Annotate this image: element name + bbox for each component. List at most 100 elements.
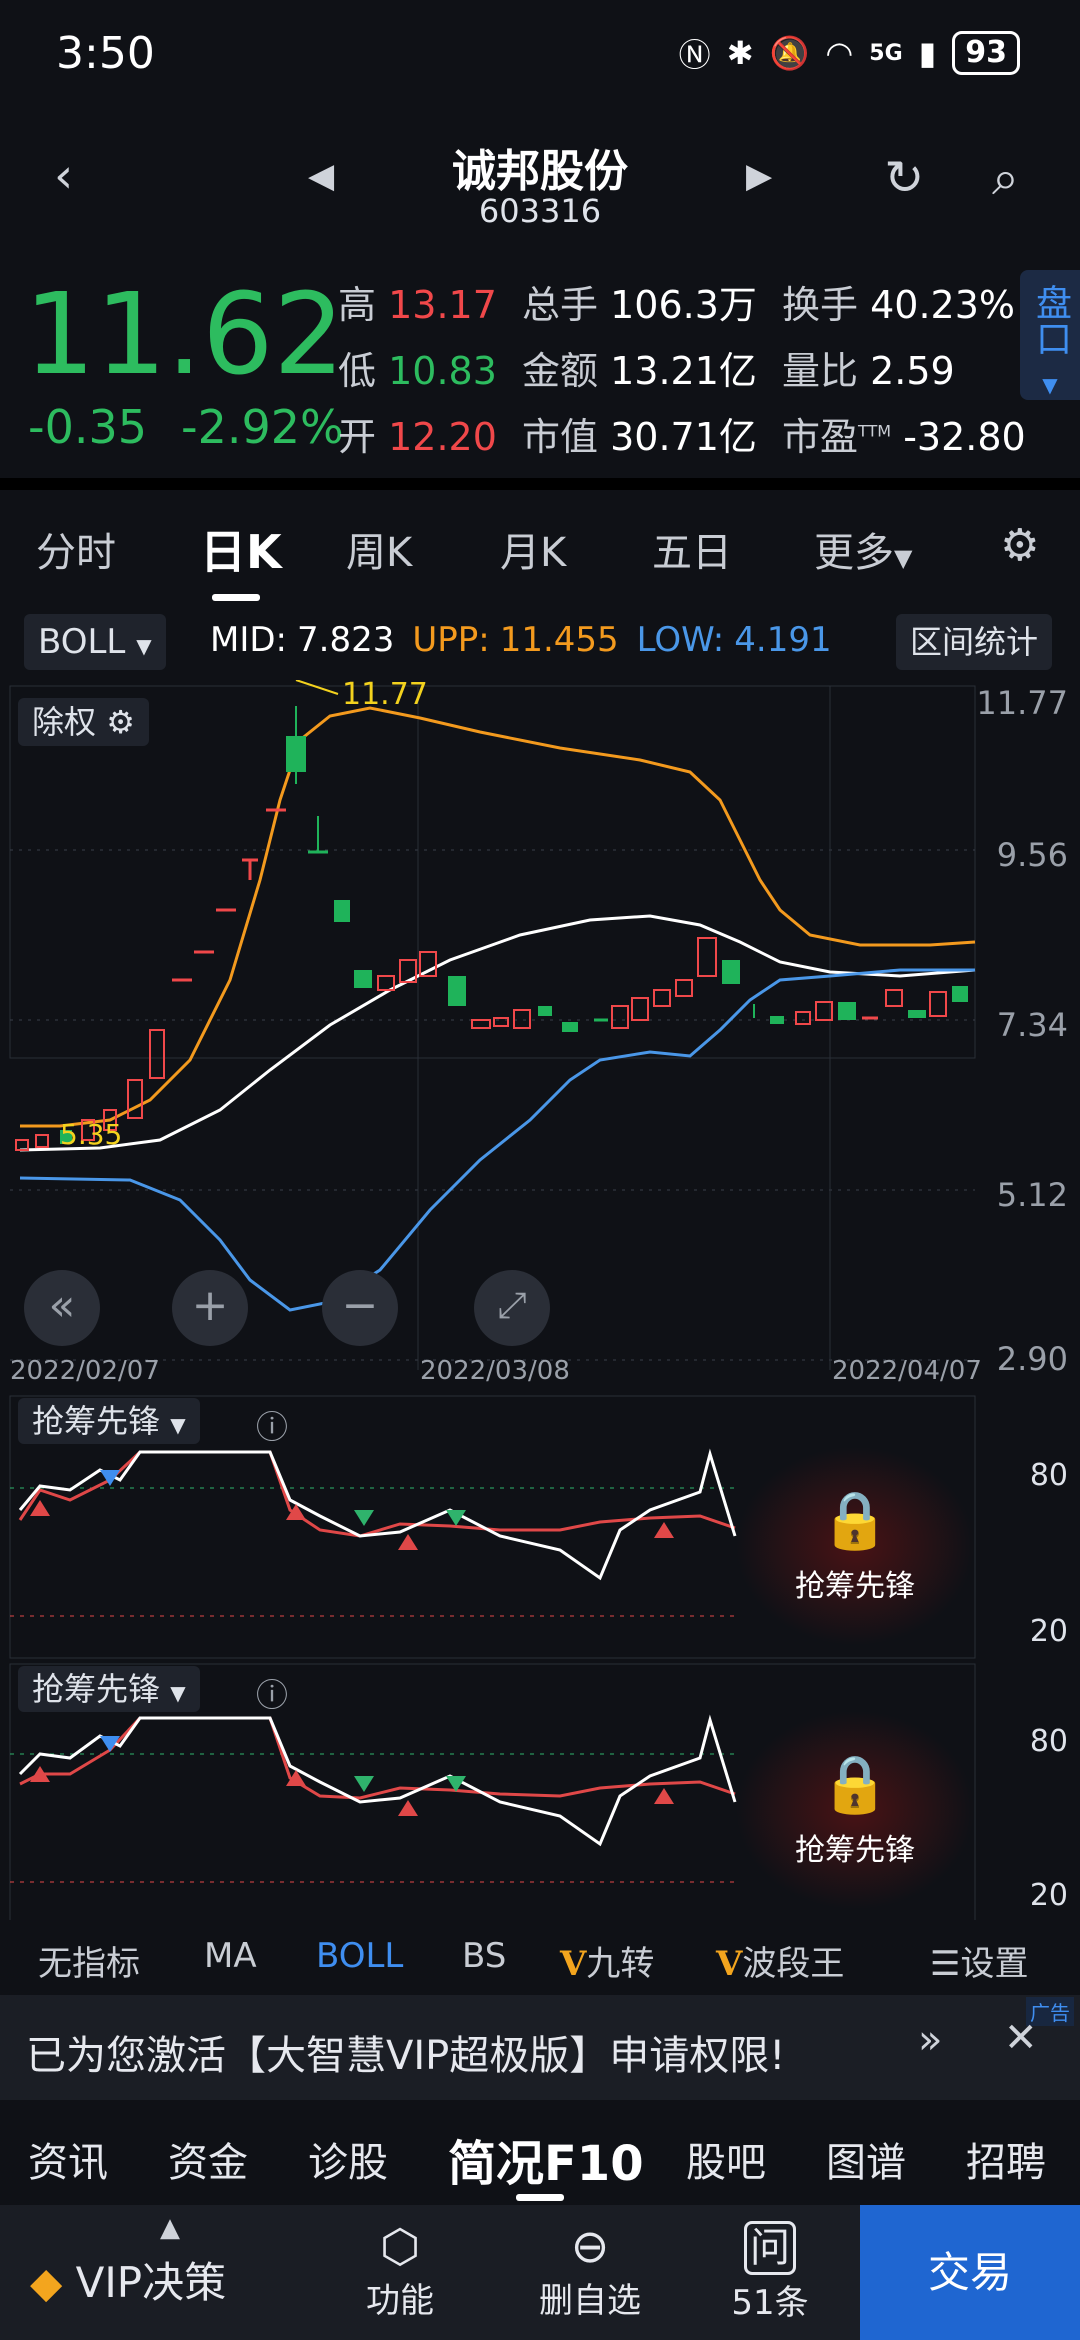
refresh-icon[interactable]: ↻ <box>884 150 924 206</box>
tab-more[interactable]: 更多▼ <box>814 520 912 578</box>
candle <box>908 1010 926 1018</box>
tab-indicator <box>212 594 260 601</box>
x-tick: 2022/02/07 <box>10 1356 160 1386</box>
sub1-select[interactable]: 抢筹先锋 ▼ <box>18 1398 200 1444</box>
zoom-in-button[interactable]: + <box>172 1270 248 1346</box>
vip-label: VIP决策 <box>75 2258 227 2307</box>
pe-value: -32.80 <box>903 415 1026 459</box>
ratio-label: 量比 <box>782 349 859 393</box>
pe-row: 市盈TTM -32.80 <box>782 406 1026 461</box>
nfc-icon: Ⓝ <box>678 36 711 74</box>
low-value: 4.191 <box>734 620 832 660</box>
next-stock-icon[interactable]: ▶ <box>746 156 772 196</box>
tab-week-k[interactable]: 周K <box>346 520 412 578</box>
indicator-boduanwang[interactable]: V波段王 <box>716 1936 844 1985</box>
candle <box>838 1002 856 1020</box>
tab-fenshi[interactable]: 分时 <box>36 520 116 578</box>
tab-month-k[interactable]: 月K <box>500 520 566 578</box>
indicator-bs[interactable]: BS <box>462 1936 506 1976</box>
pe-label: 市盈 <box>782 415 859 459</box>
remove-watchlist-button[interactable]: ⊖ 删自选 <box>520 2205 660 2340</box>
quote-panel: 11.62 -0.35 -2.92% 高 13.17 低 10.83 开 12.… <box>0 250 1080 480</box>
scroll-left-button[interactable]: « <box>24 1270 100 1346</box>
candles <box>15 706 968 1151</box>
candle <box>795 1011 811 1025</box>
indicator-ma[interactable]: MA <box>204 1936 257 1976</box>
y-tick: 11.77 <box>976 684 1068 722</box>
boll-values: MID: 7.823 UPP: 11.455 LOW: 4.191 <box>210 620 832 660</box>
buy-marker <box>398 1800 418 1816</box>
sub2-select[interactable]: 抢筹先锋 ▼ <box>18 1666 200 1712</box>
locked-overlay[interactable]: 🔒 抢筹先锋 <box>735 1446 975 1646</box>
nav-funds[interactable]: 资金 <box>168 2130 248 2188</box>
fullscreen-button[interactable]: ⤢ <box>474 1270 550 1346</box>
interval-stats-button[interactable]: 区间统计 <box>896 614 1053 670</box>
chuquan-button[interactable]: 除权 ⚙ <box>18 698 149 746</box>
ratio-row: 量比 2.59 <box>782 340 955 395</box>
sell-marker <box>354 1776 374 1792</box>
turnover-row: 换手 40.23% <box>782 274 1015 329</box>
trade-button[interactable]: 交易 <box>860 2205 1080 2340</box>
zoom-out-button[interactable]: − <box>322 1270 398 1346</box>
nav-diagnose[interactable]: 诊股 <box>308 2130 388 2188</box>
ask-button[interactable]: 问 51条 <box>710 2205 830 2340</box>
ask-icon: 问 <box>744 2221 796 2275</box>
vip-decision-button[interactable]: ▲ ◆ VIP决策 <box>30 2205 310 2340</box>
nav-guba[interactable]: 股吧 <box>686 2130 766 2188</box>
candle <box>286 736 306 772</box>
nav-jobs[interactable]: 招聘 <box>966 2130 1046 2188</box>
boll-select[interactable]: BOLL ▼ <box>24 614 166 670</box>
candle <box>35 1134 49 1148</box>
indicator-tabs: 无指标 MA BOLL BS V九转 V波段王 ☰设置 <box>0 1920 1080 1990</box>
gear-icon: ⚙ <box>106 703 135 741</box>
double-chevron-icon[interactable]: » <box>918 2017 942 2063</box>
nav-graph[interactable]: 图谱 <box>826 2130 906 2188</box>
candle <box>929 991 947 1017</box>
caret-down-icon: ▼ <box>136 634 152 658</box>
mcap-value: 30.71亿 <box>610 415 757 459</box>
boll-select-label: BOLL <box>38 622 126 662</box>
bluetooth-icon: ✱ <box>726 34 754 72</box>
settings-icon[interactable]: ⚙ <box>1000 520 1039 571</box>
info-icon[interactable]: ⓘ <box>256 1402 288 1448</box>
low-label: 低 <box>338 349 377 393</box>
search-icon[interactable]: ⌕ <box>992 150 1019 207</box>
y-tick: 20 <box>1029 1878 1068 1913</box>
info-icon[interactable]: ⓘ <box>256 1670 288 1716</box>
function-button[interactable]: ⬡ 功能 <box>340 2205 460 2340</box>
pe-ttm-label: TTM <box>858 421 892 441</box>
kline-chart[interactable]: 11.77 5.35 除权 ⚙ 11.77 9.56 7.34 5.12 2.9… <box>0 677 1080 1927</box>
indicator-jiuzhuan[interactable]: V九转 <box>560 1936 654 1985</box>
tab-day-k[interactable]: 日K <box>200 516 282 582</box>
candle <box>885 989 903 1007</box>
promo-banner[interactable]: 已为您激活【大智慧VIP超极版】申请权限! 广告 » ✕ <box>0 1995 1080 2100</box>
status-icons: Ⓝ ✱ 🔕 ◠ 5G ▮ 93 <box>679 30 1020 76</box>
pankou-button[interactable]: 盘口 ▼ <box>1020 270 1080 400</box>
max-label: 11.77 <box>342 680 428 712</box>
indicator-boll[interactable]: BOLL <box>316 1936 403 1976</box>
candle <box>354 970 372 988</box>
amount-row: 金额 13.21亿 <box>522 340 757 395</box>
status-bar: 3:50 Ⓝ ✱ 🔕 ◠ 5G ▮ 93 <box>0 0 1080 110</box>
mid-label: MID: <box>210 620 287 660</box>
indicator-none[interactable]: 无指标 <box>38 1936 140 1985</box>
low-value: 10.83 <box>388 349 497 393</box>
y-tick: 20 <box>1029 1614 1068 1649</box>
minus-circle-icon: ⊖ <box>570 2219 610 2273</box>
sub1-select-label: 抢筹先锋 <box>32 1402 161 1440</box>
nav-f10[interactable]: 简况F10 <box>448 2124 644 2194</box>
close-icon[interactable]: ✕ <box>1004 2015 1038 2061</box>
clock: 3:50 <box>56 28 155 79</box>
candle <box>631 997 649 1021</box>
tab-five-day[interactable]: 五日 <box>652 520 732 578</box>
sell-marker <box>354 1510 374 1526</box>
candle <box>334 900 350 922</box>
amount-label: 金额 <box>522 349 599 393</box>
candle <box>952 986 968 1002</box>
caret-up-icon: ▲ <box>160 2213 180 2243</box>
candle <box>127 1079 143 1119</box>
mcap-row: 市值 30.71亿 <box>522 406 757 461</box>
nav-news[interactable]: 资讯 <box>28 2130 108 2188</box>
indicator-settings[interactable]: ☰设置 <box>930 1936 1028 1985</box>
locked-overlay[interactable]: 🔒 抢筹先锋 <box>735 1710 975 1910</box>
